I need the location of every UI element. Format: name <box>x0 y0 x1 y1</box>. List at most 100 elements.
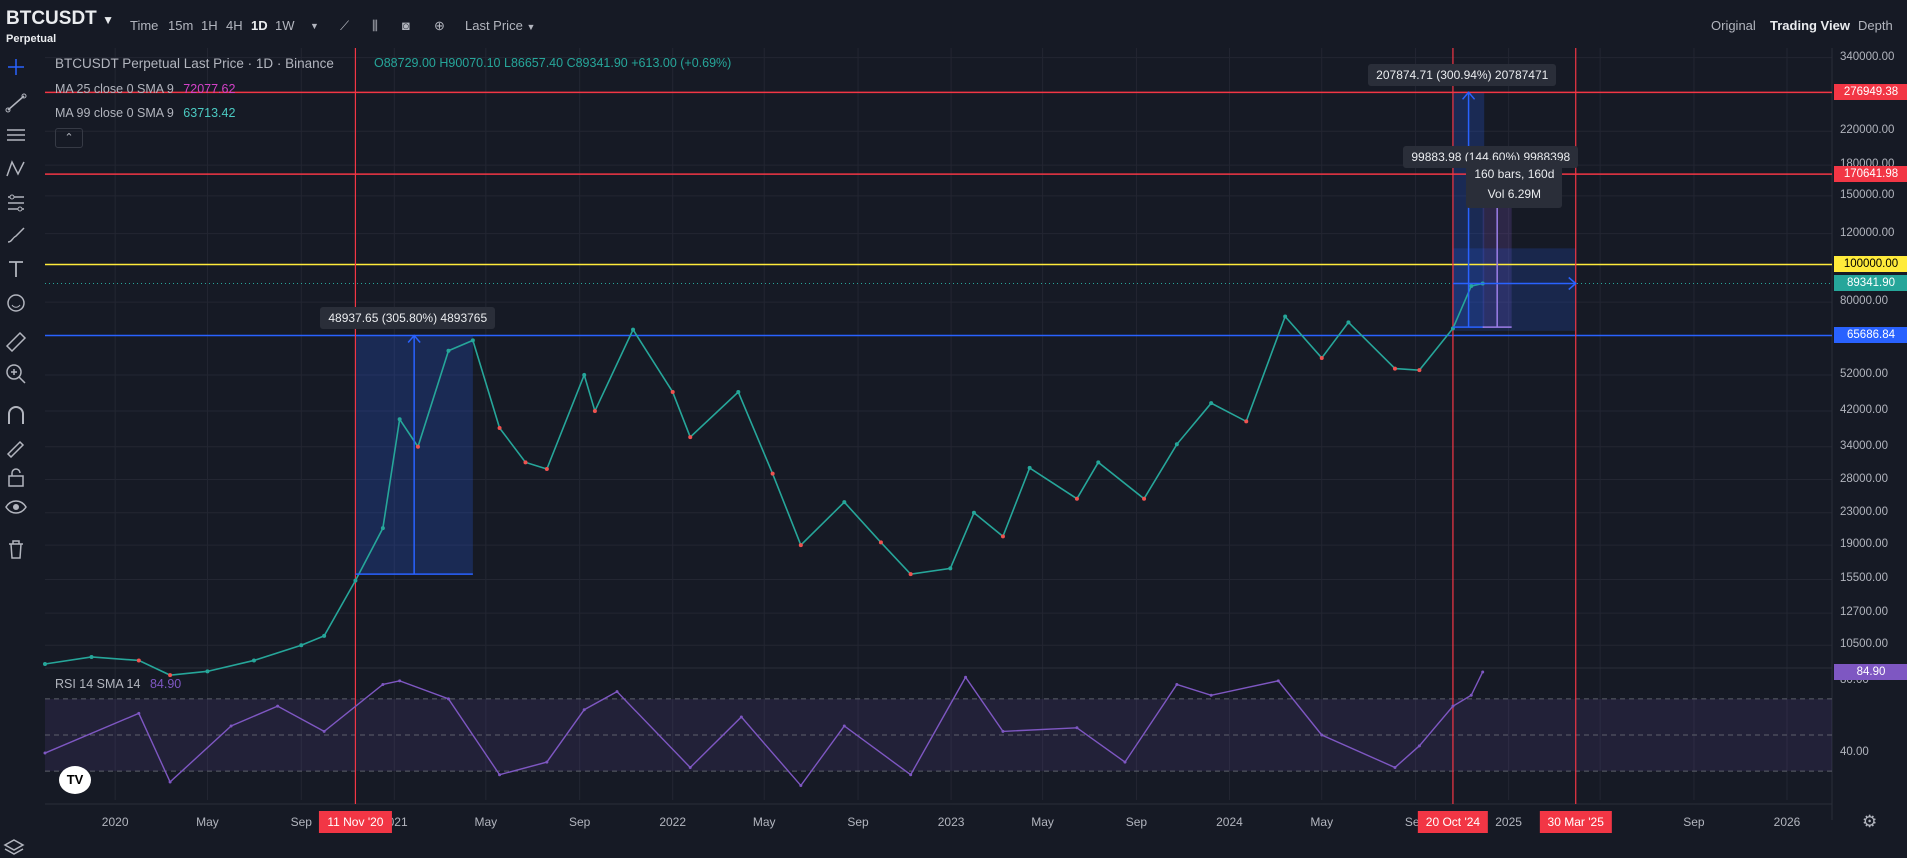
price-point <box>582 372 587 377</box>
time-tick-label: 2022 <box>659 815 687 829</box>
camera-icon[interactable]: ◙ <box>402 18 410 33</box>
price-tick-label: 120000.00 <box>1840 226 1895 239</box>
toolbar: BTCUSDT ▼ Perpetual Time 15m 1H 4H 1D 1W… <box>0 0 1907 48</box>
date-marker-tag: 30 Mar '25 <box>1539 811 1612 833</box>
price-point <box>592 409 597 414</box>
interval-1w[interactable]: 1W <box>275 18 295 33</box>
rsi-label: RSI 14 SMA 14 <box>55 677 141 691</box>
time-tick-label: May <box>752 815 776 829</box>
price-point <box>908 572 913 577</box>
view-depth[interactable]: Depth <box>1858 18 1893 33</box>
rsi-legend[interactable]: RSI 14 SMA 14 84.90 <box>55 677 181 691</box>
close-value: C89341.90 <box>566 56 628 70</box>
ruler-icon[interactable] <box>4 330 28 352</box>
lock-icon[interactable] <box>4 466 28 488</box>
contract-type: Perpetual <box>6 33 57 45</box>
price-tick-label: 42000.00 <box>1840 404 1888 417</box>
price-point <box>948 566 953 571</box>
emoji-icon[interactable] <box>4 292 28 314</box>
indicators-icon[interactable]: ⟋ <box>340 18 349 34</box>
rsi-point <box>688 766 692 769</box>
brush-icon[interactable] <box>4 224 28 246</box>
interval-1d[interactable]: 1D <box>251 18 268 33</box>
ma99-label: MA 99 close 0 SMA 9 <box>55 106 174 120</box>
view-original[interactable]: Original <box>1711 18 1756 33</box>
interval-1h[interactable]: 1H <box>201 18 218 33</box>
horizontal-lines-icon[interactable] <box>4 124 28 146</box>
rsi-point <box>1393 766 1397 769</box>
fib-icon[interactable] <box>4 192 28 214</box>
ma25-label: MA 25 close 0 SMA 9 <box>55 82 174 96</box>
rsi-point <box>582 708 586 712</box>
interval-15m[interactable]: 15m <box>168 18 193 33</box>
price-tick-label: 23000.00 <box>1840 505 1888 518</box>
rsi-point <box>276 704 280 708</box>
price-point <box>446 348 451 353</box>
interval-dropdown-icon[interactable]: ▼ <box>310 21 319 31</box>
tradingview-logo: TV <box>59 766 91 794</box>
rsi-point <box>137 711 141 715</box>
candle-type-icon[interactable]: ⫼ <box>372 18 378 34</box>
price-point <box>1469 284 1474 289</box>
price-chart[interactable] <box>0 0 1907 846</box>
price-point <box>878 540 883 545</box>
price-tick-label: 12700.00 <box>1840 606 1888 619</box>
rsi-point <box>1451 704 1455 708</box>
settings-icon[interactable]: ⚙ <box>1862 812 1877 832</box>
magnet-icon[interactable] <box>4 404 28 426</box>
price-point <box>380 526 385 531</box>
chart-title: BTCUSDT Perpetual Last Price · 1D · Bina… <box>55 56 334 71</box>
ma99-value: 63713.42 <box>183 106 236 120</box>
rsi-point <box>909 773 913 777</box>
price-point <box>1417 368 1422 373</box>
price-point <box>523 460 528 465</box>
price-point <box>1346 320 1351 325</box>
text-icon[interactable] <box>4 258 28 280</box>
time-tick-label: 2026 <box>1773 815 1801 829</box>
ohlc-readout: O88729.00 H90070.10 L86657.40 C89341.90 … <box>374 56 731 70</box>
price-point <box>251 658 256 663</box>
time-tick-label: May <box>1031 815 1054 829</box>
ma99-legend[interactable]: MA 99 close 0 SMA 9 63713.42 <box>55 106 235 120</box>
rsi-point <box>615 690 619 694</box>
chevron-down-icon: ▼ <box>526 22 536 32</box>
trend-line-icon[interactable] <box>4 92 28 114</box>
ma25-value: 72077.62 <box>183 82 236 96</box>
price-type-selector[interactable]: Last Price ▼ <box>465 18 535 33</box>
rsi-point <box>842 724 846 728</box>
interval-time[interactable]: Time <box>130 18 158 33</box>
time-tick-label: May <box>196 815 219 829</box>
crosshair-icon[interactable] <box>4 56 28 78</box>
price-point <box>1319 355 1324 360</box>
eye-icon[interactable] <box>4 496 28 518</box>
price-type-label: Last Price <box>465 18 523 33</box>
interval-4h[interactable]: 4H <box>226 18 243 33</box>
zoom-in-icon[interactable] <box>4 362 28 384</box>
pattern-icon[interactable] <box>4 158 28 180</box>
rsi-point <box>799 784 803 788</box>
layers-icon[interactable] <box>2 836 26 858</box>
view-trading-view[interactable]: Trading View <box>1770 18 1850 33</box>
rsi-value: 84.90 <box>149 677 182 691</box>
range-box-label: 160 bars, 160d Vol 6.29M <box>1466 160 1563 209</box>
date-marker-tag: 20 Oct '24 <box>1417 811 1489 833</box>
time-tick-label: Sep <box>1683 815 1705 829</box>
vertical-markers <box>354 48 1577 804</box>
price-tick-label: 28000.00 <box>1840 472 1888 485</box>
collapse-legend-button[interactable]: ⌃ <box>55 128 83 148</box>
ma25-legend[interactable]: MA 25 close 0 SMA 9 72077.62 <box>55 82 235 96</box>
price-tick-label: 52000.00 <box>1840 367 1888 380</box>
add-icon[interactable]: ⊕ <box>434 18 445 34</box>
price-point <box>1209 401 1214 406</box>
trash-icon[interactable] <box>4 538 28 560</box>
low-value: L86657.40 <box>504 56 564 70</box>
price-point <box>353 578 358 583</box>
price-level-label: 100000.00 <box>1834 256 1907 273</box>
symbol-selector[interactable]: BTCUSDT ▼ <box>6 8 114 30</box>
time-tick-label: Sep <box>568 815 591 829</box>
time-tick-label: 2024 <box>1216 815 1243 829</box>
lock-draw-icon[interactable] <box>4 436 28 458</box>
rsi-point <box>1481 670 1485 674</box>
rsi-point <box>739 715 743 719</box>
price-point <box>1244 419 1249 424</box>
